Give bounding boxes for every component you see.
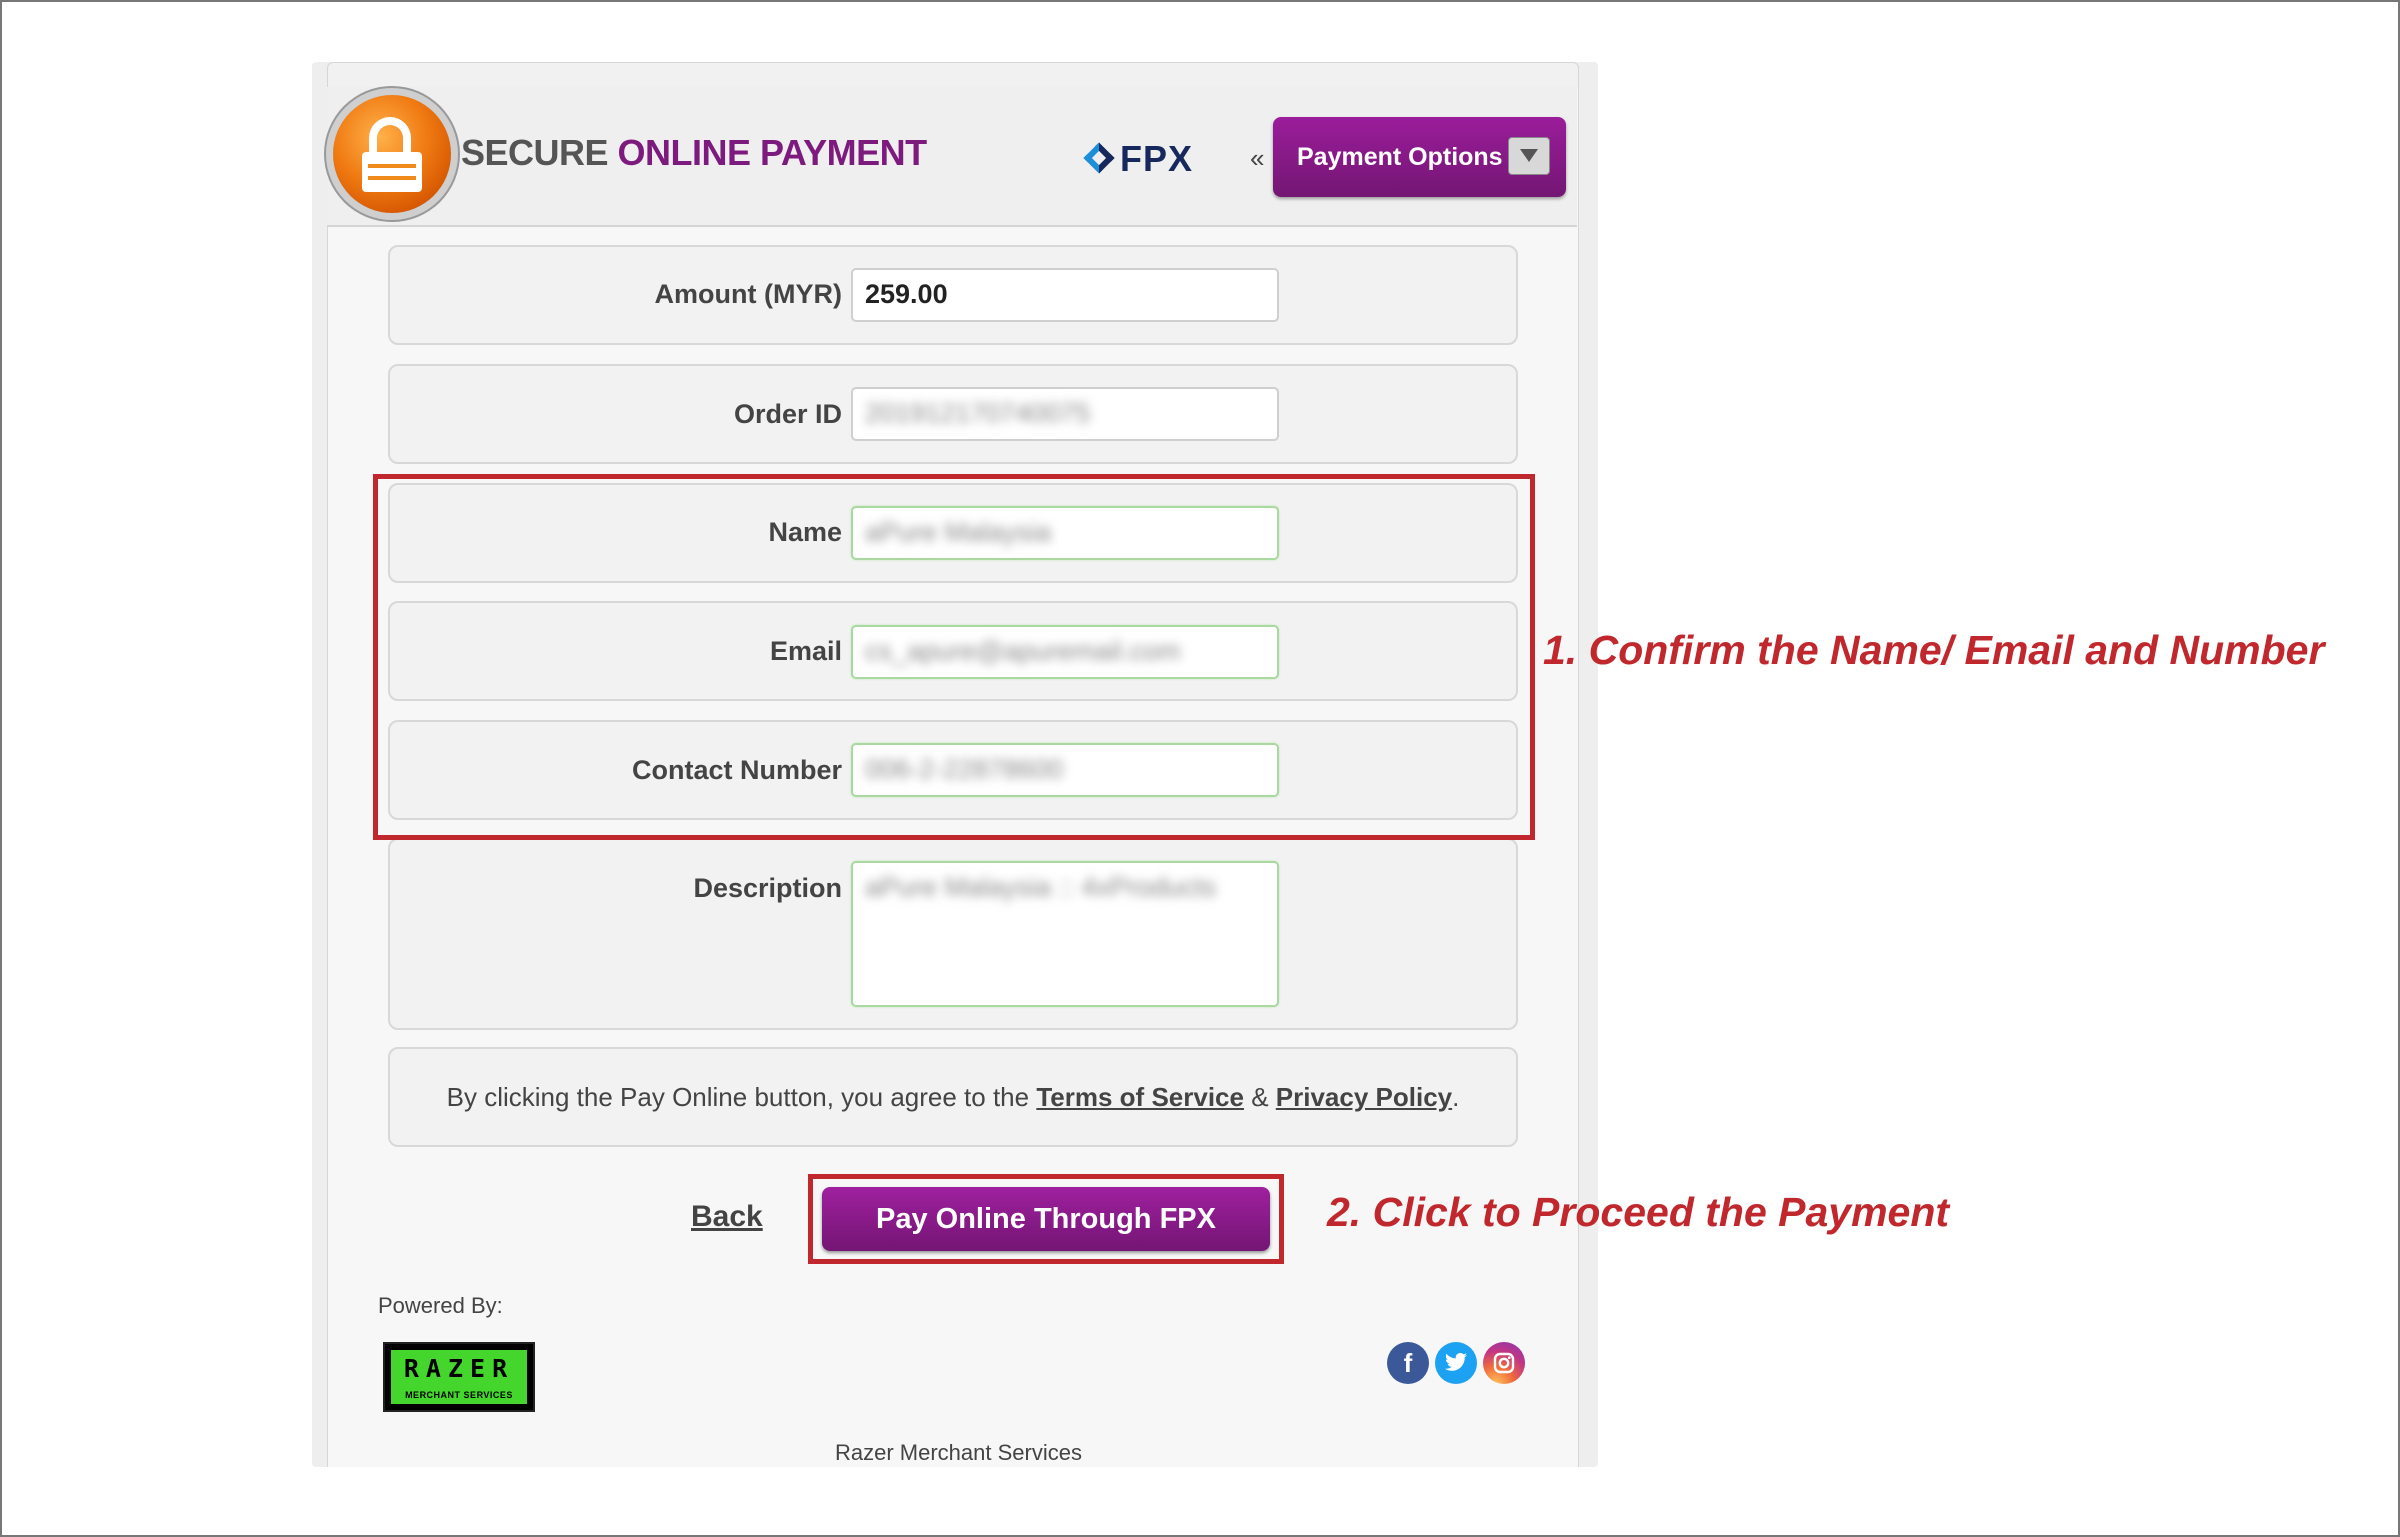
annotation-click-proceed: 2. Click to Proceed the Payment [1327,1189,1950,1235]
order-id-field[interactable]: 201912170740075 [851,387,1279,441]
page-title: SECURE ONLINE PAYMENT [461,132,927,174]
razer-merchant-logo: RAZER MERCHANT SERVICES [383,1342,535,1412]
footer-company-name: Razer Merchant Services [835,1440,1082,1465]
razer-logo-top: RAZER [403,1354,515,1383]
card-top-strip [327,62,1579,87]
amount-field[interactable]: 259.00 [851,268,1279,322]
order-id-value: 201912170740075 [865,398,1091,428]
amount-label: Amount (MYR) [654,279,842,309]
description-label: Description [693,873,842,903]
fpx-diamond-icon [1083,142,1115,174]
back-link[interactable]: Back [691,1200,763,1234]
facebook-icon[interactable]: f [1387,1342,1429,1384]
fpx-logo: FPX [1083,138,1194,180]
agreement-period: . [1452,1081,1460,1112]
agreement-amp: & [1251,1081,1269,1112]
agreement-text: By clicking the Pay Online button, you a… [446,1081,1030,1112]
dropdown-arrow-icon [1508,137,1550,175]
back-chevrons-icon: « [1250,143,1265,173]
terms-agreement: By clicking the Pay Online button, you a… [388,1047,1518,1147]
fpx-logo-text: FPX [1120,138,1194,179]
order-id-label: Order ID [733,399,842,429]
padlock-icon [333,95,451,213]
terms-of-service-link[interactable]: Terms of Service [1036,1082,1244,1113]
highlight-box-pay-button [808,1174,1284,1264]
payment-options-button[interactable]: Payment Options [1273,117,1566,197]
payment-options-label: Payment Options [1297,142,1503,171]
title-secure: SECURE [461,132,609,173]
razer-logo-bottom: MERCHANT SERVICES [405,1390,513,1400]
powered-by-label: Powered By: [378,1293,503,1318]
twitter-icon[interactable] [1435,1342,1477,1384]
annotation-confirm-details: 1. Confirm the Name/ Email and Number [1543,627,2325,673]
privacy-policy-link[interactable]: Privacy Policy [1276,1082,1452,1113]
instagram-icon[interactable] [1483,1342,1525,1384]
highlight-box-contact-details [373,474,1535,840]
title-online-payment: ONLINE PAYMENT [617,132,928,173]
description-value: aPure Malaysia :: 4xProducts [865,872,1217,902]
description-field[interactable]: aPure Malaysia :: 4xProducts [851,861,1279,1007]
